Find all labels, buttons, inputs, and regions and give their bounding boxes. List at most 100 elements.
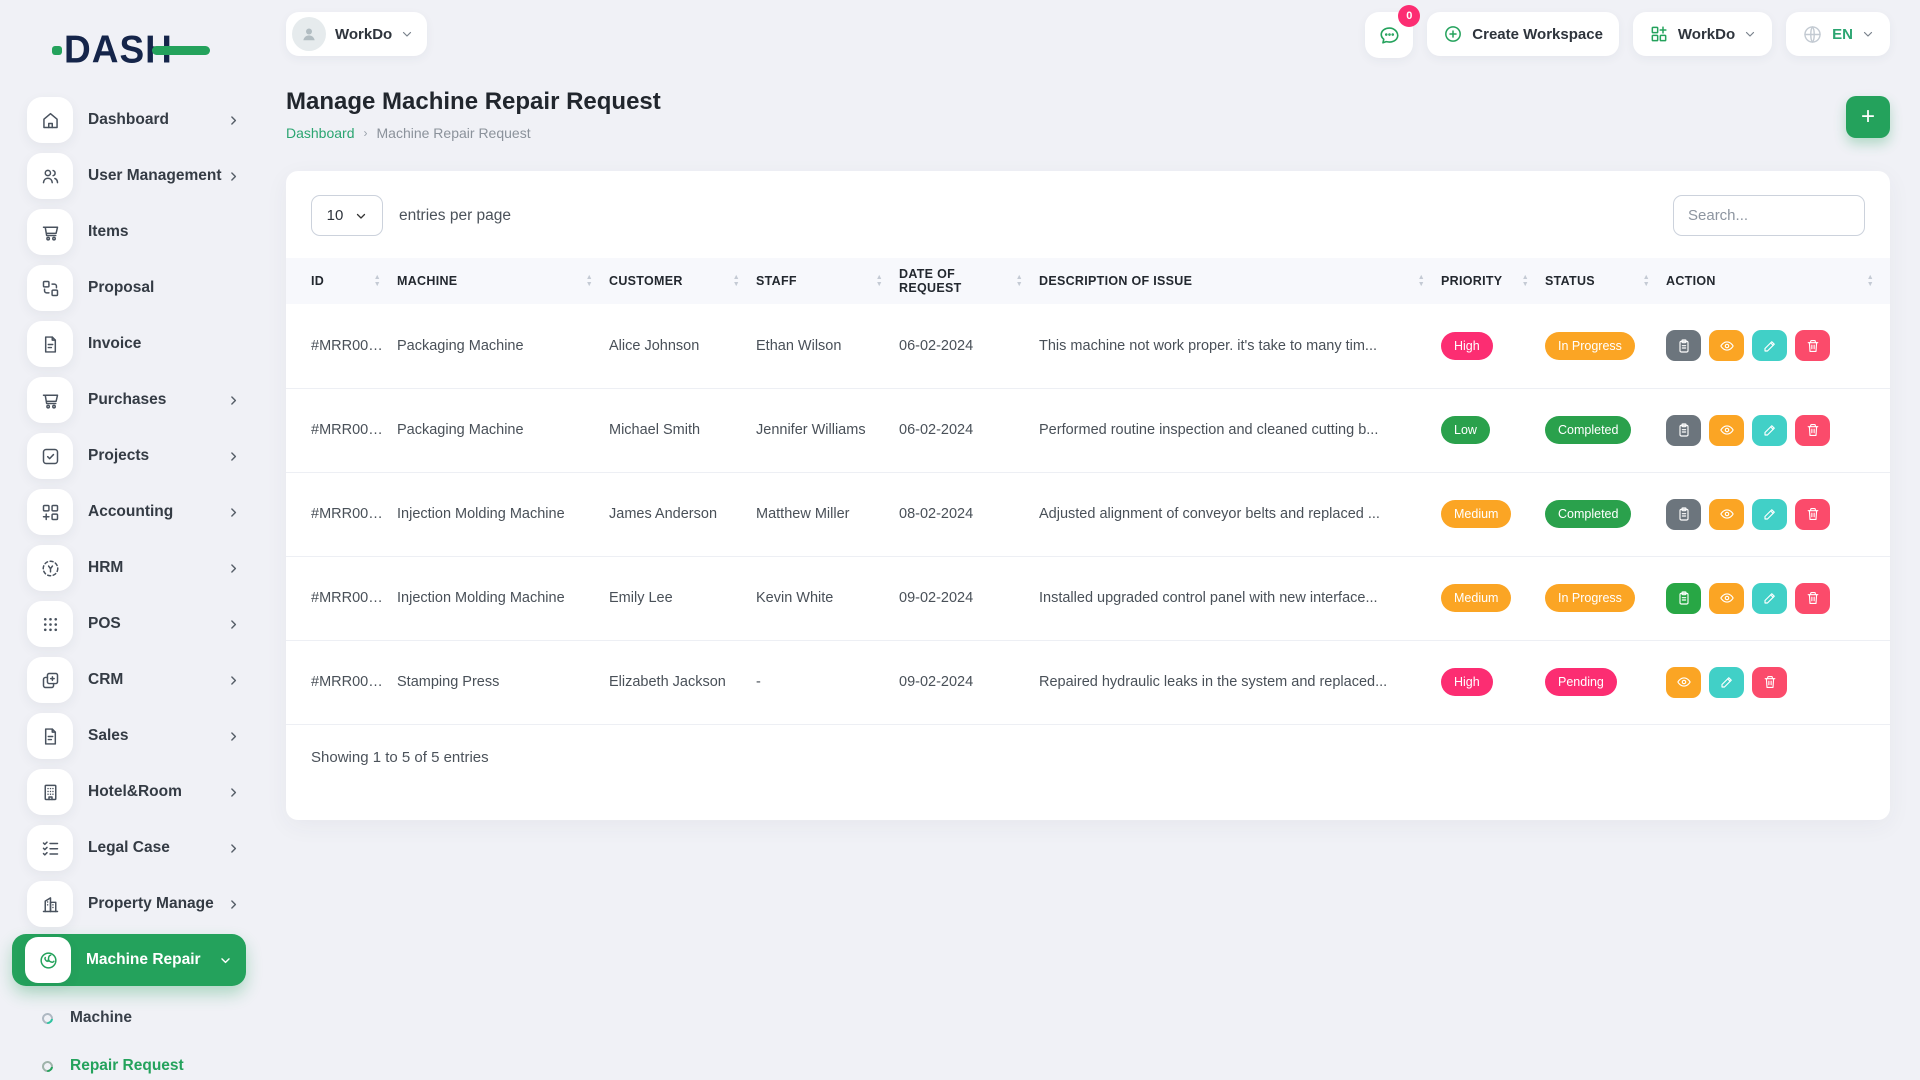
sort-arrows-icon[interactable]: ▲▼ bbox=[1418, 275, 1425, 288]
column-header-description-of-issue[interactable]: DESCRIPTION OF ISSUE▲▼ bbox=[1039, 258, 1441, 304]
sidebar-item-accounting[interactable]: Accounting bbox=[0, 484, 258, 540]
eye-button[interactable] bbox=[1709, 330, 1744, 361]
sidebar-item-dashboard[interactable]: Dashboard bbox=[0, 92, 258, 148]
chevron-right-icon bbox=[227, 786, 240, 799]
sidebar-item-proposal[interactable]: Proposal bbox=[0, 260, 258, 316]
breadcrumb-dashboard-link[interactable]: Dashboard bbox=[286, 125, 355, 141]
sidebar-item-projects[interactable]: Projects bbox=[0, 428, 258, 484]
edit-button[interactable] bbox=[1752, 583, 1787, 614]
eye-icon bbox=[1719, 506, 1735, 522]
eye-button[interactable] bbox=[1709, 583, 1744, 614]
search-input[interactable] bbox=[1673, 195, 1865, 236]
sidebar-subitem-label: Repair Request bbox=[70, 1057, 184, 1075]
sort-arrows-icon[interactable]: ▲▼ bbox=[1522, 275, 1529, 288]
cell-id: #MRR00006 bbox=[286, 556, 397, 640]
column-header-date-of-request[interactable]: DATE OF REQUEST▲▼ bbox=[899, 258, 1039, 304]
main-content: WorkDo 0 Create Workspace bbox=[258, 0, 1920, 1080]
cell-status: In Progress bbox=[1545, 556, 1666, 640]
sidebar-item-label: Property Manage bbox=[88, 895, 227, 913]
sort-arrows-icon[interactable]: ▲▼ bbox=[1867, 275, 1874, 288]
column-header-label: STATUS bbox=[1545, 274, 1595, 288]
column-header-priority[interactable]: PRIORITY▲▼ bbox=[1441, 258, 1545, 304]
sort-arrows-icon[interactable]: ▲▼ bbox=[876, 275, 883, 288]
clipboard-button[interactable] bbox=[1666, 583, 1701, 614]
eye-icon bbox=[1676, 674, 1692, 690]
delete-button[interactable] bbox=[1795, 499, 1830, 530]
sidebar-item-label: POS bbox=[88, 615, 227, 633]
entries-per-page-select[interactable]: 10 bbox=[311, 195, 383, 236]
sidebar-item-sales[interactable]: Sales bbox=[0, 708, 258, 764]
workspace-switcher[interactable]: WorkDo bbox=[1633, 12, 1772, 56]
machine-icon bbox=[25, 937, 71, 983]
sidebar-item-hrm[interactable]: HRM bbox=[0, 540, 258, 596]
column-header-label: DATE OF REQUEST bbox=[899, 267, 1016, 295]
edit-button[interactable] bbox=[1752, 330, 1787, 361]
sidebar-item-legal-case[interactable]: Legal Case bbox=[0, 820, 258, 876]
sidebar-item-items[interactable]: Items bbox=[0, 204, 258, 260]
sidebar-item-label: CRM bbox=[88, 671, 227, 689]
sort-arrows-icon[interactable]: ▲▼ bbox=[1643, 275, 1650, 288]
table-footer-summary: Showing 1 to 5 of 5 entries bbox=[286, 725, 1890, 766]
delete-button[interactable] bbox=[1752, 667, 1787, 698]
sidebar-item-label: Sales bbox=[88, 727, 227, 745]
sidebar-item-purchases[interactable]: Purchases bbox=[0, 372, 258, 428]
cell-description: This machine not work proper. it's take … bbox=[1039, 304, 1441, 388]
clipboard-icon bbox=[1676, 506, 1692, 522]
workspace-user-pill[interactable]: WorkDo bbox=[286, 12, 427, 56]
sidebar-item-hotel-room[interactable]: Hotel&Room bbox=[0, 764, 258, 820]
column-header-customer[interactable]: CUSTOMER▲▼ bbox=[609, 258, 756, 304]
clipboard-button[interactable] bbox=[1666, 330, 1701, 361]
sort-arrows-icon[interactable]: ▲▼ bbox=[374, 275, 381, 288]
sort-arrows-icon[interactable]: ▲▼ bbox=[1016, 275, 1023, 288]
cell-actions bbox=[1666, 472, 1890, 556]
status-badge: In Progress bbox=[1545, 584, 1635, 612]
create-workspace-button[interactable]: Create Workspace bbox=[1427, 12, 1619, 56]
clipboard-button[interactable] bbox=[1666, 415, 1701, 446]
eye-button[interactable] bbox=[1666, 667, 1701, 698]
sort-arrows-icon[interactable]: ▲▼ bbox=[586, 275, 593, 288]
sidebar-item-user-management[interactable]: User Management bbox=[0, 148, 258, 204]
delete-button[interactable] bbox=[1795, 583, 1830, 614]
column-header-id[interactable]: ID▲▼ bbox=[286, 258, 397, 304]
sort-arrows-icon[interactable]: ▲▼ bbox=[733, 275, 740, 288]
priority-badge: Medium bbox=[1441, 500, 1511, 528]
language-selector[interactable]: EN bbox=[1786, 12, 1890, 56]
crm-icon bbox=[27, 657, 73, 703]
eye-button[interactable] bbox=[1709, 415, 1744, 446]
add-repair-request-button[interactable]: + bbox=[1846, 96, 1890, 138]
sidebar-subitem-repair-request[interactable]: Repair Request bbox=[0, 1042, 258, 1080]
status-badge: Completed bbox=[1545, 500, 1631, 528]
clipboard-button[interactable] bbox=[1666, 499, 1701, 530]
chevron-right-icon bbox=[227, 898, 240, 911]
sidebar-subitem-machine[interactable]: Machine bbox=[0, 994, 258, 1042]
proposal-icon bbox=[27, 265, 73, 311]
edit-button[interactable] bbox=[1752, 499, 1787, 530]
brand-logo: DASH bbox=[64, 22, 258, 78]
sidebar-item-invoice[interactable]: Invoice bbox=[0, 316, 258, 372]
eye-button[interactable] bbox=[1709, 499, 1744, 530]
chat-button[interactable]: 0 bbox=[1365, 12, 1413, 58]
cell-priority: High bbox=[1441, 304, 1545, 388]
sales-icon bbox=[27, 713, 73, 759]
chevron-right-icon bbox=[227, 506, 240, 519]
column-header-action[interactable]: ACTION ▲▼ bbox=[1666, 258, 1890, 304]
cell-actions bbox=[1666, 388, 1890, 472]
column-header-label: ACTION bbox=[1666, 274, 1716, 288]
column-header-status[interactable]: STATUS ▲▼ bbox=[1545, 258, 1666, 304]
sidebar-item-pos[interactable]: POS bbox=[0, 596, 258, 652]
sidebar: DASH DashboardUser ManagementItemsPropos… bbox=[0, 0, 258, 1080]
cell-staff: Matthew Miller bbox=[756, 472, 899, 556]
sidebar-item-crm[interactable]: CRM bbox=[0, 652, 258, 708]
sidebar-item-label: Legal Case bbox=[88, 839, 227, 857]
column-header-machine[interactable]: MACHINE▲▼ bbox=[397, 258, 609, 304]
delete-button[interactable] bbox=[1795, 415, 1830, 446]
cell-staff: Jennifer Williams bbox=[756, 388, 899, 472]
chevron-down-icon bbox=[219, 954, 232, 967]
delete-button[interactable] bbox=[1795, 330, 1830, 361]
edit-button[interactable] bbox=[1752, 415, 1787, 446]
sidebar-item-property-manage[interactable]: Property Manage bbox=[0, 876, 258, 932]
sidebar-item-machine-repair[interactable]: Machine Repair bbox=[12, 934, 246, 986]
language-label: EN bbox=[1832, 26, 1853, 43]
column-header-staff[interactable]: STAFF▲▼ bbox=[756, 258, 899, 304]
edit-button[interactable] bbox=[1709, 667, 1744, 698]
